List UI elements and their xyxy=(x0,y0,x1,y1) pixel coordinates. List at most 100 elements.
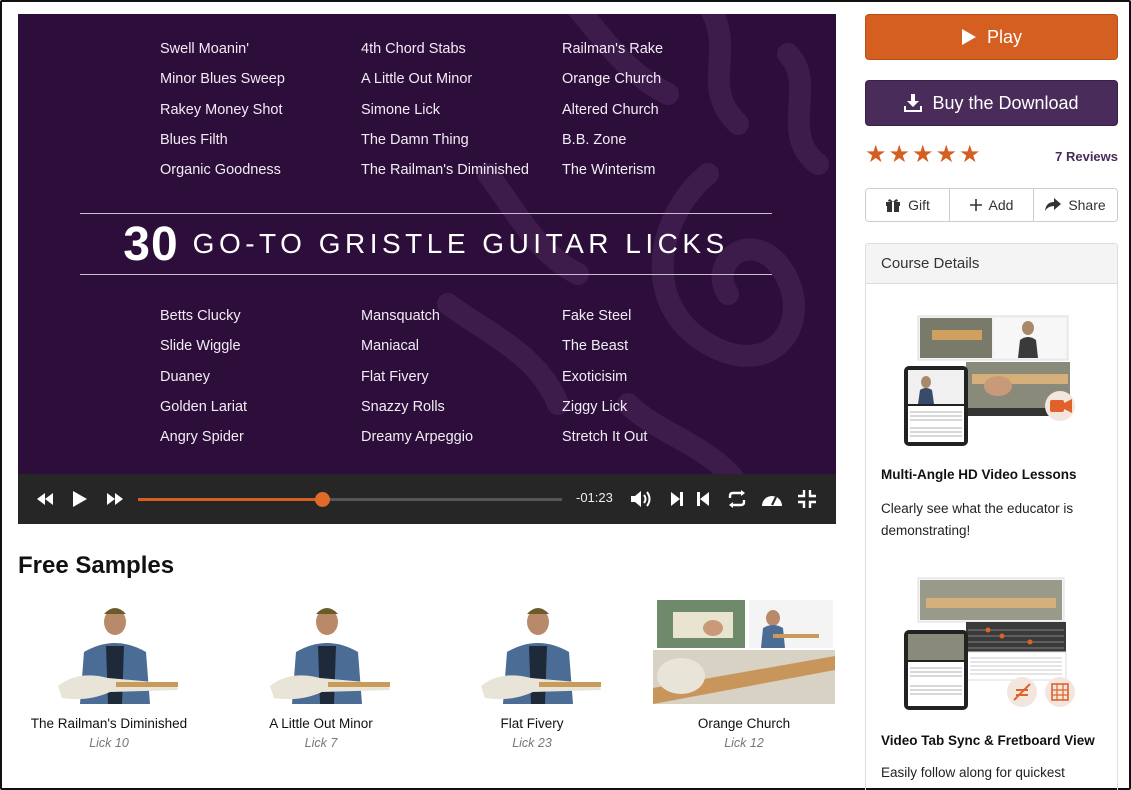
share-button[interactable]: Share xyxy=(1033,189,1117,221)
lick-column: Mansquatch Maniacal Flat Fivery Snazzy R… xyxy=(361,306,562,457)
feature-description: Clearly see what the educator is demonst… xyxy=(881,501,1074,538)
lick-title: The Damn Thing xyxy=(361,131,469,148)
sample-lick-number: Lick 7 xyxy=(304,736,338,750)
star-icon: ★ xyxy=(959,141,981,168)
lick-title: Minor Blues Sweep xyxy=(160,71,285,88)
sample-lick-number: Lick 12 xyxy=(724,736,764,750)
lick-title: The Railman's Diminished xyxy=(361,162,529,179)
play-button-label: Play xyxy=(986,26,1022,47)
lick-title: Golden Lariat xyxy=(160,398,248,415)
sample-thumbnail[interactable] xyxy=(653,598,835,704)
multi-angle-video-illustration xyxy=(904,315,1075,446)
lick-column: Betts Clucky Slide Wiggle Duaney Golden … xyxy=(160,306,361,457)
title-text: GO-TO GRISTLE GUITAR LICKS xyxy=(192,228,729,259)
share-icon xyxy=(1045,198,1062,211)
tab-sync-fretboard-illustration xyxy=(904,577,1075,710)
player-control-bar: -01:23 xyxy=(18,474,836,524)
gift-label: Gift xyxy=(908,197,930,213)
add-button[interactable]: Add xyxy=(949,189,1033,221)
lick-title: Rakey Money Shot xyxy=(160,101,283,118)
rating-stars: ★ ★ ★ ★ ★ xyxy=(865,143,983,167)
play-icon[interactable] xyxy=(68,487,92,511)
gift-icon xyxy=(886,199,901,212)
video-player[interactable]: Swell Moanin' Minor Blues Sweep Rakey Mo… xyxy=(18,14,836,524)
feature-description: Easily follow along for quickest xyxy=(881,765,1065,780)
share-label: Share xyxy=(1068,197,1106,213)
speed-icon[interactable] xyxy=(760,487,784,511)
sample-thumbnail[interactable] xyxy=(230,598,412,704)
lick-title: Altered Church xyxy=(562,101,659,118)
lick-title: Angry Spider xyxy=(160,429,244,446)
sample-thumbnail[interactable] xyxy=(18,598,200,704)
lick-title: The Winterism xyxy=(562,162,656,179)
buy-button-label: Buy the Download xyxy=(932,92,1079,113)
lick-title: A Little Out Minor xyxy=(361,71,473,88)
lick-title: The Beast xyxy=(562,338,629,355)
lick-title: Maniacal xyxy=(361,338,420,355)
download-icon xyxy=(904,94,923,112)
volume-icon[interactable] xyxy=(630,487,654,511)
lick-title: Dreamy Arpeggio xyxy=(361,429,474,446)
star-icon: ★ xyxy=(865,141,887,168)
plus-icon xyxy=(969,199,982,211)
star-icon: ★ xyxy=(912,141,934,168)
sample-lick-number: Lick 10 xyxy=(89,736,129,750)
buy-download-button[interactable]: Buy the Download xyxy=(865,80,1118,126)
sample-thumbnail[interactable] xyxy=(441,598,623,704)
time-remaining: -01:23 xyxy=(576,490,613,505)
free-samples-heading: Free Samples xyxy=(18,552,175,579)
add-label: Add xyxy=(988,197,1014,213)
feature-title: Multi-Angle HD Video Lessons xyxy=(881,467,1077,482)
video-title-band: 30 GO-TO GRISTLE GUITAR LICKS xyxy=(80,213,772,275)
loop-icon[interactable] xyxy=(725,487,749,511)
reviews-link[interactable]: 7 Reviews xyxy=(1055,149,1118,164)
lick-title: B.B. Zone xyxy=(562,131,627,148)
lick-title: Mansquatch xyxy=(361,308,440,324)
lick-list-bottom: Betts Clucky Slide Wiggle Duaney Golden … xyxy=(160,306,780,457)
progress-bar[interactable] xyxy=(138,492,562,507)
title-number: 30 xyxy=(123,217,179,271)
lick-title: Slide Wiggle xyxy=(160,338,241,355)
lick-title: 4th Chord Stabs xyxy=(361,41,466,57)
lick-title: Exoticisim xyxy=(562,368,628,385)
play-icon xyxy=(961,29,976,45)
next-icon[interactable] xyxy=(665,487,689,511)
lick-list-top: Swell Moanin' Minor Blues Sweep Rakey Mo… xyxy=(160,39,780,190)
lick-title: Stretch It Out xyxy=(562,429,648,446)
sample-title[interactable]: The Railman's Diminished xyxy=(18,716,200,731)
sample-lick-number: Lick 23 xyxy=(512,736,552,750)
gift-button[interactable]: Gift xyxy=(866,189,949,221)
progress-fill xyxy=(138,498,323,501)
lick-title: Swell Moanin' xyxy=(160,41,250,57)
fullscreen-exit-icon[interactable] xyxy=(795,487,819,511)
lick-title: Flat Fivery xyxy=(361,368,429,385)
previous-icon[interactable] xyxy=(691,487,715,511)
course-details-panel: Course Details Multi-Angle HD Video Less… xyxy=(865,243,1118,790)
rewind-icon[interactable] xyxy=(33,487,57,511)
sample-title[interactable]: Flat Fivery xyxy=(441,716,623,731)
lick-title: Blues Filth xyxy=(160,131,228,148)
lick-title: Duaney xyxy=(160,368,210,385)
sample-card[interactable]: Flat Fivery Lick 23 xyxy=(441,598,623,750)
sample-card[interactable]: Orange Church Lick 12 xyxy=(653,598,835,750)
course-details-heading: Course Details xyxy=(866,244,1117,284)
star-icon: ★ xyxy=(935,141,958,168)
sample-title[interactable]: A Little Out Minor xyxy=(230,716,412,731)
lick-title: Betts Clucky xyxy=(160,308,241,324)
lick-column: 4th Chord Stabs A Little Out Minor Simon… xyxy=(361,39,562,190)
lick-title: Orange Church xyxy=(562,71,662,88)
lick-title: Organic Goodness xyxy=(160,162,281,179)
sample-card[interactable]: The Railman's Diminished Lick 10 xyxy=(18,598,200,750)
progress-handle[interactable] xyxy=(315,492,331,507)
fast-forward-icon[interactable] xyxy=(103,487,127,511)
sample-card[interactable]: A Little Out Minor Lick 7 xyxy=(230,598,412,750)
sample-title[interactable]: Orange Church xyxy=(653,716,835,731)
lick-title: Railman's Rake xyxy=(562,41,664,57)
lick-title: Snazzy Rolls xyxy=(361,398,445,415)
lick-column: Swell Moanin' Minor Blues Sweep Rakey Mo… xyxy=(160,39,361,190)
lick-column: Fake Steel The Beast Exoticisim Ziggy Li… xyxy=(562,306,763,457)
feature-title: Video Tab Sync & Fretboard View xyxy=(881,733,1095,748)
play-button[interactable]: Play xyxy=(865,14,1118,60)
lick-title: Fake Steel xyxy=(562,308,632,324)
star-icon: ★ xyxy=(888,141,911,168)
